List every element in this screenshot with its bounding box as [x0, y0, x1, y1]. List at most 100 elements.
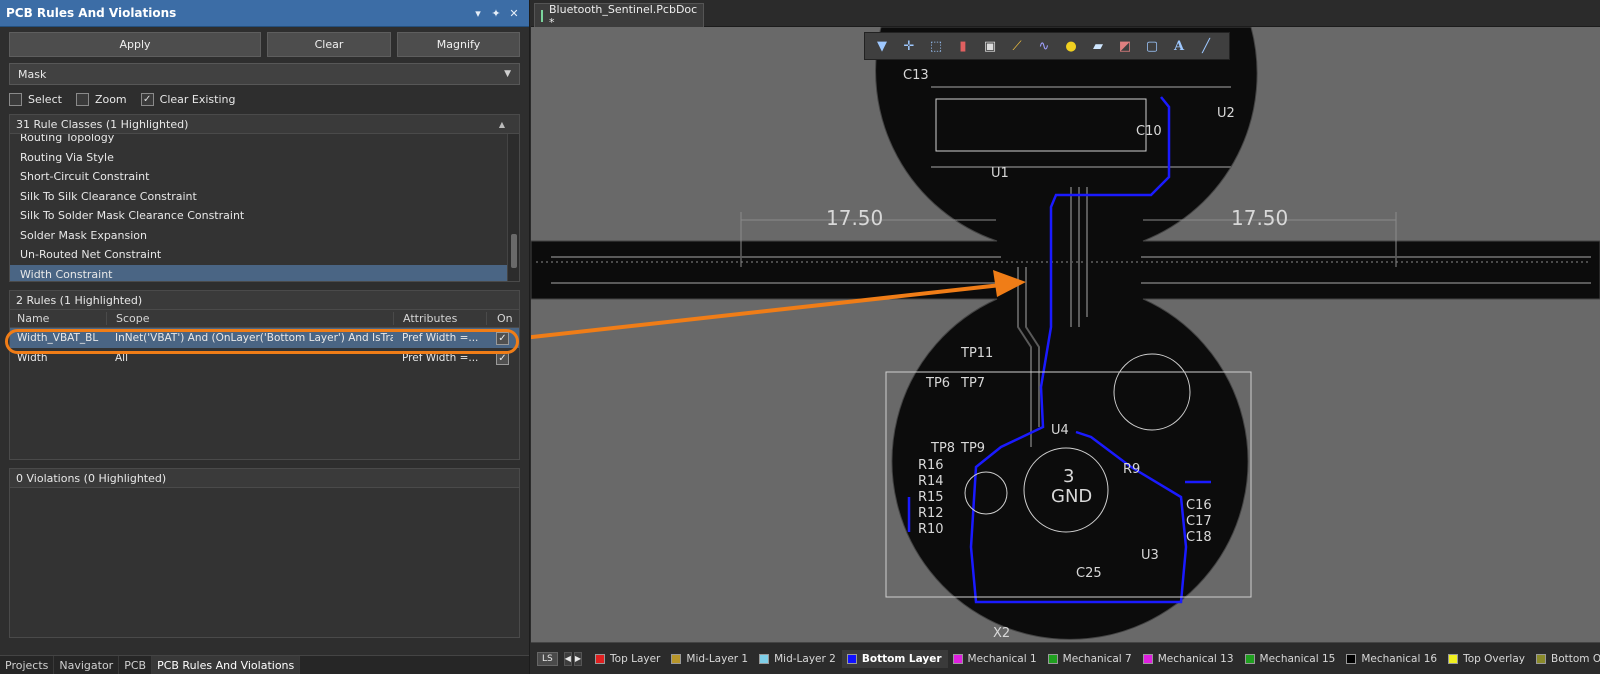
fill-icon[interactable]: ▰: [1086, 35, 1110, 57]
layer-tab[interactable]: Mechanical 15: [1240, 650, 1342, 668]
panel-menu-icon[interactable]: ▾: [469, 7, 487, 20]
select-checkbox[interactable]: Select: [9, 92, 62, 106]
designator: TP11: [960, 346, 993, 361]
rule-class-item[interactable]: Short-Circuit Constraint: [10, 167, 519, 187]
attributes-column-header[interactable]: Attributes: [393, 312, 486, 325]
dimension-text: 17.50: [1231, 206, 1288, 230]
designator: C13: [903, 68, 929, 83]
rule-class-item[interactable]: Un-Routed Net Constraint: [10, 245, 519, 265]
layer-tab[interactable]: Mechanical 7: [1043, 650, 1138, 668]
designator: TP9: [960, 441, 985, 456]
on-column-header[interactable]: On: [486, 312, 519, 325]
diff-pair-icon[interactable]: ∿: [1032, 35, 1056, 57]
chevron-down-icon: ▼: [504, 69, 511, 79]
select-checkbox-label: Select: [28, 92, 62, 106]
magnify-button[interactable]: Magnify: [397, 32, 520, 57]
zoom-checkbox[interactable]: Zoom: [75, 92, 127, 106]
highlight-mode-value: Mask: [18, 67, 47, 81]
layer-color-swatch: [595, 653, 606, 664]
rule-name: Width: [17, 352, 48, 364]
filter-icon[interactable]: ▼: [870, 35, 894, 57]
tab-pcb[interactable]: PCB: [119, 655, 153, 674]
designator: R9: [1123, 462, 1140, 477]
layer-tab[interactable]: Bottom Layer: [841, 649, 948, 668]
line-icon[interactable]: ╱: [1194, 35, 1218, 57]
layer-tab-label: Mechanical 13: [1157, 652, 1234, 665]
rule-class-item[interactable]: Silk To Solder Mask Clearance Constraint: [10, 206, 519, 226]
rule-attributes: Pref Width =...: [402, 352, 479, 364]
layer-tab-label: Mechanical 15: [1259, 652, 1336, 665]
rules-violations-panel: PCB Rules And Violations ▾ ✦ ✕ Apply Cle…: [0, 0, 530, 674]
rule-class-scrollbar[interactable]: [507, 134, 519, 281]
table-row[interactable]: Width_VBAT_BL InNet('VBAT') And (OnLayer…: [10, 328, 519, 348]
rule-class-item[interactable]: Routing Via Style: [10, 148, 519, 168]
panel-titlebar: PCB Rules And Violations ▾ ✦ ✕: [0, 0, 529, 27]
pin-panel-icon[interactable]: ✦: [487, 7, 505, 20]
tab-projects[interactable]: Projects: [0, 655, 55, 674]
apply-button[interactable]: Apply: [9, 32, 261, 57]
rule-class-item[interactable]: Solder Mask Expansion: [10, 226, 519, 246]
layer-color-swatch: [846, 653, 857, 664]
checkbox-box[interactable]: [75, 92, 89, 106]
table-row[interactable]: Width All Pref Width =... ✓: [10, 348, 519, 368]
designator: R14: [918, 474, 944, 489]
layer-tab-label: Bottom Layer: [861, 652, 942, 665]
tab-pcb-rules-and-violations[interactable]: PCB Rules And Violations: [152, 655, 301, 674]
tab-navigator[interactable]: Navigator: [54, 655, 120, 674]
rule-class-item[interactable]: Silk To Silk Clearance Constraint: [10, 187, 519, 207]
layer-tab[interactable]: Bottom O: [1531, 650, 1600, 668]
action-buttons: Apply Clear Magnify: [9, 32, 520, 57]
layer-tab[interactable]: Mid-Layer 2: [754, 650, 842, 668]
select-rect-icon[interactable]: ⬚: [924, 35, 948, 57]
document-tabbar: Bluetooth_Sentinel.PcbDoc *: [531, 0, 1600, 29]
checkmark-icon[interactable]: ✓: [140, 92, 154, 106]
name-column-header[interactable]: Name: [10, 312, 106, 325]
collapse-icon[interactable]: ▲: [499, 120, 505, 129]
layer-tab[interactable]: Top Layer: [590, 650, 666, 668]
gnd-label: GND: [1051, 486, 1092, 507]
highlight-mode-select[interactable]: Mask ▼: [9, 63, 520, 85]
designator: TP6: [925, 376, 950, 391]
layer-tab[interactable]: Mechanical 13: [1138, 650, 1240, 668]
document-tab-label: Bluetooth_Sentinel.PcbDoc *: [549, 2, 698, 29]
clear-existing-checkbox[interactable]: ✓ Clear Existing: [140, 92, 236, 106]
rect-icon[interactable]: ▢: [1140, 35, 1164, 57]
panel-title: PCB Rules And Violations: [6, 6, 177, 20]
clear-button[interactable]: Clear: [267, 32, 391, 57]
crosshair-icon[interactable]: ✛: [897, 35, 921, 57]
rule-enabled-checkbox[interactable]: ✓: [496, 351, 509, 365]
layer-set-button[interactable]: LS: [537, 651, 558, 666]
pin-icon[interactable]: ●: [1059, 35, 1083, 57]
designator: TP8: [930, 441, 955, 456]
layer-tabs-bar: LS ◀ ▶ Top Layer Mid-Layer 1 Mid-Layer 2 Bo…: [531, 642, 1600, 674]
layer-tab-label: Top Layer: [610, 652, 661, 665]
graph-icon[interactable]: ◩: [1113, 35, 1137, 57]
scroll-thumb[interactable]: [511, 234, 517, 268]
layer-tab-label: Mechanical 7: [1062, 652, 1132, 665]
layer-tab[interactable]: Top Overlay: [1443, 650, 1531, 668]
close-panel-icon[interactable]: ✕: [505, 7, 523, 20]
rule-classes-count: 31 Rule Classes (1 Highlighted): [16, 117, 189, 131]
chart-icon[interactable]: ▮: [951, 35, 975, 57]
scroll-left-icon[interactable]: ◀: [563, 651, 572, 666]
scope-column-header[interactable]: Scope: [106, 312, 393, 325]
designator: R12: [918, 506, 944, 521]
layer-tab[interactable]: Mechanical 16: [1341, 650, 1443, 668]
layer-tab[interactable]: Mechanical 1: [948, 650, 1043, 668]
layer-tab-label: Top Overlay: [1463, 652, 1525, 665]
component-icon[interactable]: ▣: [978, 35, 1002, 57]
route-icon[interactable]: ⟋: [1005, 35, 1029, 57]
layer-color-swatch: [671, 653, 682, 664]
rule-enabled-checkbox[interactable]: ✓: [496, 331, 509, 345]
pcb-canvas[interactable]: 17.50 17.50 GND 3 C13 U2 C10 U1 TP11 TP6…: [531, 27, 1600, 642]
rules-header: 2 Rules (1 Highlighted): [9, 290, 520, 310]
scroll-right-icon[interactable]: ▶: [573, 651, 583, 666]
rule-class-item[interactable]: Routing Topology: [10, 134, 519, 148]
document-tab[interactable]: Bluetooth_Sentinel.PcbDoc *: [534, 2, 704, 29]
rule-class-item-selected[interactable]: Width Constraint: [10, 264, 519, 281]
rule-scope: InNet('VBAT') And (OnLayer('Bottom Layer…: [115, 332, 393, 344]
text-icon[interactable]: A: [1167, 35, 1191, 57]
checkbox-box[interactable]: [9, 92, 22, 106]
layer-color-swatch: [759, 653, 770, 664]
layer-tab[interactable]: Mid-Layer 1: [666, 650, 754, 668]
